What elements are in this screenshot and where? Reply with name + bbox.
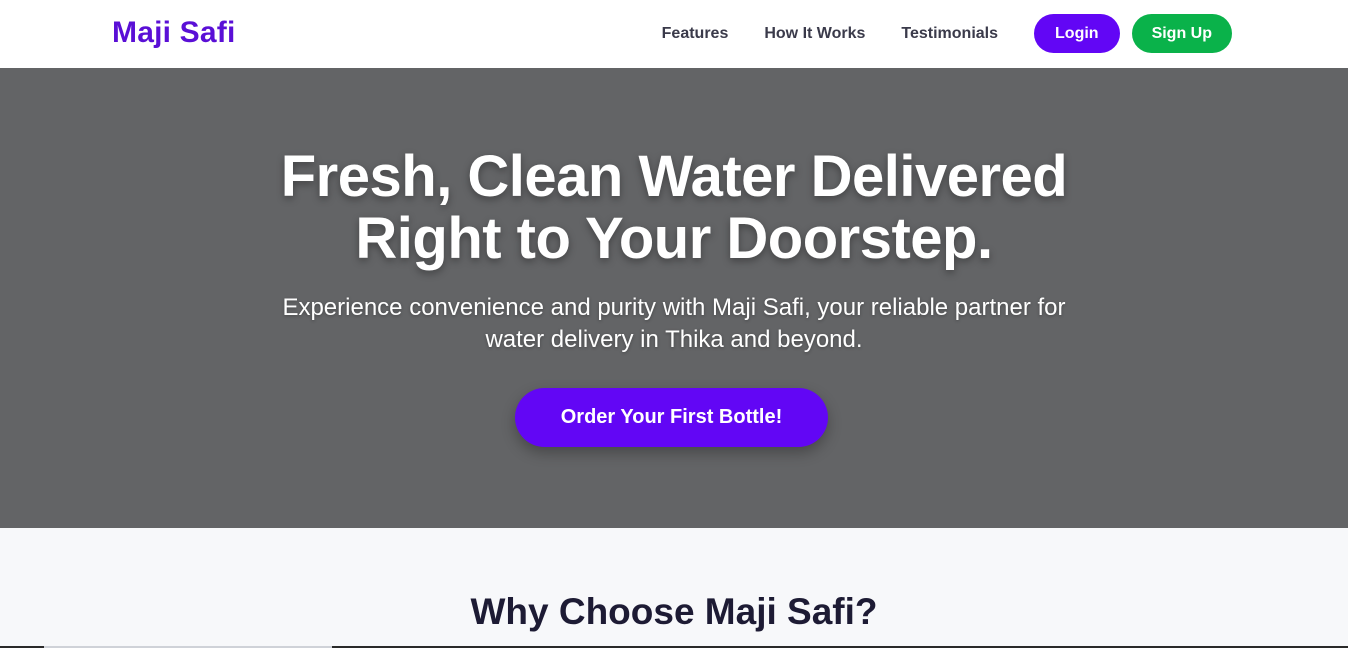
nav-link-features[interactable]: Features <box>662 25 729 43</box>
order-first-bottle-button[interactable]: Order Your First Bottle! <box>515 388 828 447</box>
features-section: Why Choose Maji Safi? <box>0 528 1348 648</box>
hero-title-line-1: Fresh, Clean Water Delivered <box>280 144 1068 209</box>
brand-logo[interactable]: Maji Safi <box>112 14 236 52</box>
site-header: Maji Safi Features How It Works Testimon… <box>0 0 1348 68</box>
features-title: Why Choose Maji Safi? <box>470 591 878 632</box>
login-button[interactable]: Login <box>1034 14 1120 53</box>
nav-link-testimonials[interactable]: Testimonials <box>901 25 998 43</box>
sign-up-button[interactable]: Sign Up <box>1131 14 1232 53</box>
hero-title-line-2: Right to Your Doorstep. <box>355 206 993 271</box>
main-nav: Features How It Works Testimonials Login… <box>662 14 1232 53</box>
hero-title: Fresh, Clean Water Delivered Right to Yo… <box>194 146 1154 270</box>
nav-link-how-it-works[interactable]: How It Works <box>764 25 865 43</box>
hero-subtitle-line-2: water delivery in Thika and beyond. <box>485 326 863 353</box>
hero-subtitle-line-1: Experience convenience and purity with M… <box>282 294 1066 321</box>
hero-section: Fresh, Clean Water Delivered Right to Yo… <box>0 68 1348 528</box>
hero-subtitle: Experience convenience and purity with M… <box>224 292 1124 356</box>
